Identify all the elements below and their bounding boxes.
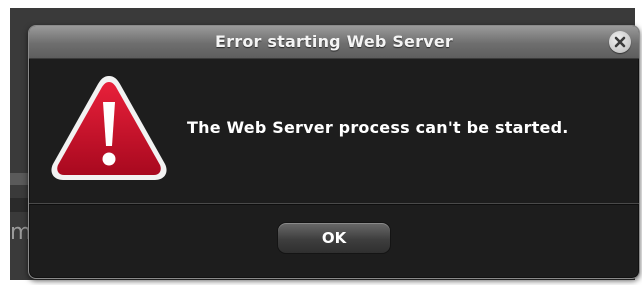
error-message: The Web Server process can't be started. [187, 118, 569, 137]
close-icon [614, 36, 626, 48]
close-button[interactable] [609, 31, 631, 53]
warning-icon [51, 76, 167, 180]
dialog-titlebar: Error starting Web Server [29, 26, 639, 59]
error-dialog: Error starting Web Server The Web Server… [28, 25, 640, 279]
dialog-title: Error starting Web Server [215, 32, 453, 51]
ok-button[interactable]: OK [277, 222, 391, 254]
dialog-separator [29, 203, 639, 205]
